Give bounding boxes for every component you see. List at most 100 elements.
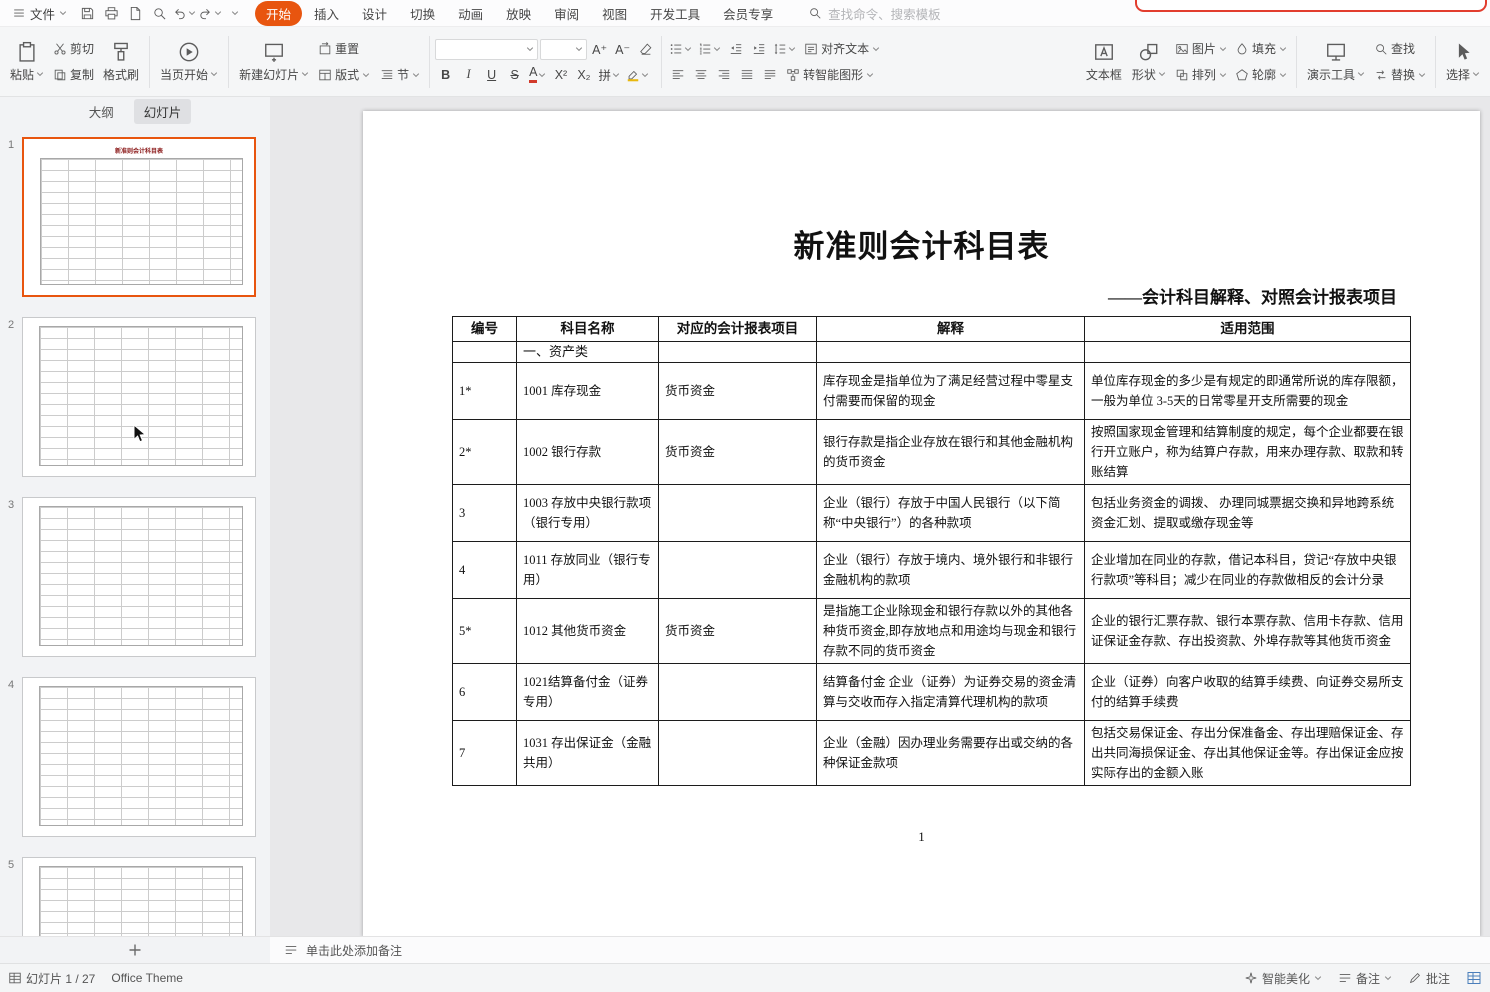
font-size-select[interactable] bbox=[540, 39, 587, 60]
menu-tab-动画[interactable]: 动画 bbox=[447, 1, 494, 26]
notes-bar[interactable]: 单击此处添加备注 bbox=[270, 937, 1490, 963]
add-slide-plus-icon[interactable] bbox=[127, 942, 143, 958]
underline-button[interactable]: U bbox=[481, 65, 502, 85]
menu-tab-视图[interactable]: 视图 bbox=[591, 1, 638, 26]
table-cell bbox=[817, 341, 1085, 363]
export-pdf-button[interactable] bbox=[124, 3, 146, 24]
slide-thumbnail-item[interactable]: 3 bbox=[0, 497, 256, 657]
font-family-select[interactable] bbox=[435, 39, 538, 60]
paste-button[interactable]: 粘贴 bbox=[5, 38, 49, 86]
menu-tab-插入[interactable]: 插入 bbox=[303, 1, 350, 26]
menu-tab-开发工具[interactable]: 开发工具 bbox=[639, 1, 711, 26]
accounting-subjects-table[interactable]: 编号科目名称对应的会计报表项目解释适用范围 一、资产类 1*1001 库存现金货… bbox=[452, 316, 1411, 786]
smart-beautify-button[interactable]: 智能美化 bbox=[1244, 970, 1322, 987]
line-spacing-button[interactable] bbox=[771, 39, 798, 59]
normal-view-button[interactable] bbox=[1466, 970, 1482, 986]
slide-thumbnail-item[interactable]: 1新准则会计科目表 bbox=[0, 137, 256, 297]
slide-thumbnail[interactable] bbox=[22, 677, 256, 837]
slide-thumbnail[interactable] bbox=[22, 857, 256, 936]
select-button[interactable]: 选择 bbox=[1441, 38, 1485, 86]
text-box-button[interactable]: 文本框 bbox=[1081, 38, 1127, 86]
font-color-button[interactable]: A bbox=[527, 65, 548, 85]
decrease-indent-button[interactable] bbox=[725, 39, 746, 59]
command-search[interactable]: 查找命令、搜索模板 bbox=[808, 4, 941, 23]
notes-toggle-button[interactable]: 备注 bbox=[1338, 970, 1392, 987]
menu-tab-切换[interactable]: 切换 bbox=[399, 1, 446, 26]
menu-tab-设计[interactable]: 设计 bbox=[351, 1, 398, 26]
shapes-button[interactable]: 形状 bbox=[1127, 38, 1171, 86]
align-center-button[interactable] bbox=[690, 65, 711, 85]
print-preview-button[interactable] bbox=[148, 3, 170, 24]
format-painter-button[interactable]: 格式刷 bbox=[98, 38, 144, 86]
increase-indent-button[interactable] bbox=[748, 39, 769, 59]
redo-button[interactable] bbox=[198, 3, 222, 24]
bullet-list-button[interactable] bbox=[667, 39, 694, 59]
slide-thumbnail-item[interactable]: 2 bbox=[0, 317, 256, 477]
print-button[interactable] bbox=[100, 3, 122, 24]
slide-title[interactable]: 新准则会计科目表 bbox=[363, 221, 1480, 266]
statusbar: 幻灯片 1 / 27 Office Theme 智能美化 备注 批注 bbox=[0, 963, 1490, 992]
subscript-button[interactable]: X₂ bbox=[573, 65, 594, 85]
file-menu-button[interactable]: 文件 bbox=[4, 0, 75, 26]
slide-thumbnail-list[interactable]: 1新准则会计科目表 2 3 4 5 bbox=[0, 125, 270, 936]
slide-thumbnail-item[interactable]: 5 bbox=[0, 857, 256, 936]
print-icon bbox=[104, 6, 119, 21]
tab-slides[interactable]: 幻灯片 bbox=[134, 99, 192, 124]
section-button[interactable]: 节 bbox=[376, 64, 424, 85]
convert-smartart-button[interactable]: 转智能图形 bbox=[782, 64, 878, 85]
highlighter-icon bbox=[626, 68, 640, 82]
picture-button[interactable]: 图片 bbox=[1171, 38, 1231, 59]
divider bbox=[149, 36, 150, 88]
slide-thumbnail[interactable] bbox=[22, 497, 256, 657]
undo-button[interactable] bbox=[172, 3, 196, 24]
strikethrough-button[interactable]: S bbox=[504, 65, 525, 85]
presentation-tools-button[interactable]: 演示工具 bbox=[1302, 38, 1370, 86]
slide-thumbnail[interactable] bbox=[22, 317, 256, 477]
slide-editor[interactable]: 新准则会计科目表 ——会计科目解释、对照会计报表项目 编号科目名称对应的会计报表… bbox=[363, 111, 1480, 936]
save-button[interactable] bbox=[76, 3, 98, 24]
italic-button[interactable]: I bbox=[458, 65, 479, 85]
slide-thumbnail-item[interactable]: 4 bbox=[0, 677, 256, 837]
text-box-label: 文本框 bbox=[1086, 66, 1122, 83]
decrease-font-size-button[interactable]: A⁻ bbox=[612, 39, 633, 59]
layout-button[interactable]: 版式 bbox=[314, 64, 374, 85]
align-left-button[interactable] bbox=[667, 65, 688, 85]
replace-button[interactable]: 替换 bbox=[1370, 64, 1430, 85]
cut-button[interactable]: 剪切 bbox=[49, 38, 98, 59]
increase-font-size-button[interactable]: A⁺ bbox=[589, 39, 610, 59]
menu-tab-审阅[interactable]: 审阅 bbox=[543, 1, 590, 26]
table-cell: 结算备付金 企业（证券）为证券交易的资金清算与交收而存入指定清算代理机构的款项 bbox=[817, 664, 1085, 721]
reset-button[interactable]: 重置 bbox=[314, 38, 424, 59]
table-cell: 1012 其他货币资金 bbox=[517, 599, 659, 664]
arrange-button[interactable]: 排列 bbox=[1171, 64, 1231, 85]
table-cell: 包括业务资金的调拨、 办理同城票据交换和异地跨系统资金汇划、提取或缴存现金等 bbox=[1085, 485, 1411, 542]
clear-formatting-button[interactable] bbox=[635, 39, 656, 59]
slide-subtitle[interactable]: ——会计科目解释、对照会计报表项目 bbox=[452, 283, 1397, 308]
quick-toolbar-more-button[interactable] bbox=[224, 3, 246, 24]
chevron-down-icon bbox=[1384, 974, 1392, 982]
highlight-color-button[interactable] bbox=[624, 65, 651, 85]
menu-tab-会员专享[interactable]: 会员专享 bbox=[712, 1, 784, 26]
justify-button[interactable] bbox=[736, 65, 757, 85]
pinyin-button[interactable]: 拼 bbox=[596, 65, 622, 85]
numbered-list-button[interactable] bbox=[696, 39, 723, 59]
tab-outline[interactable]: 大纲 bbox=[79, 99, 124, 124]
comments-button[interactable]: 批注 bbox=[1408, 970, 1450, 987]
menu-tab-开始[interactable]: 开始 bbox=[255, 1, 302, 26]
superscript-button[interactable]: X² bbox=[550, 65, 571, 85]
table-cell: 1021结算备付金（证券专用） bbox=[517, 664, 659, 721]
bold-button[interactable]: B bbox=[435, 65, 456, 85]
distribute-text-button[interactable] bbox=[759, 65, 780, 85]
copy-button[interactable]: 复制 bbox=[49, 64, 98, 85]
find-button[interactable]: 查找 bbox=[1370, 38, 1430, 59]
play-from-current-button[interactable]: 当页开始 bbox=[155, 38, 223, 86]
presentation-tools-label: 演示工具 bbox=[1307, 66, 1355, 83]
new-slide-button[interactable]: 新建幻灯片 bbox=[234, 38, 314, 86]
chevron-down-icon bbox=[612, 71, 620, 79]
menu-tab-放映[interactable]: 放映 bbox=[495, 1, 542, 26]
align-right-button[interactable] bbox=[713, 65, 734, 85]
fill-button[interactable]: 填充 bbox=[1231, 38, 1291, 59]
align-text-button[interactable]: 对齐文本 bbox=[800, 38, 884, 59]
slide-thumbnail[interactable]: 新准则会计科目表 bbox=[22, 137, 256, 297]
shape-outline-button[interactable]: 轮廓 bbox=[1231, 64, 1291, 85]
